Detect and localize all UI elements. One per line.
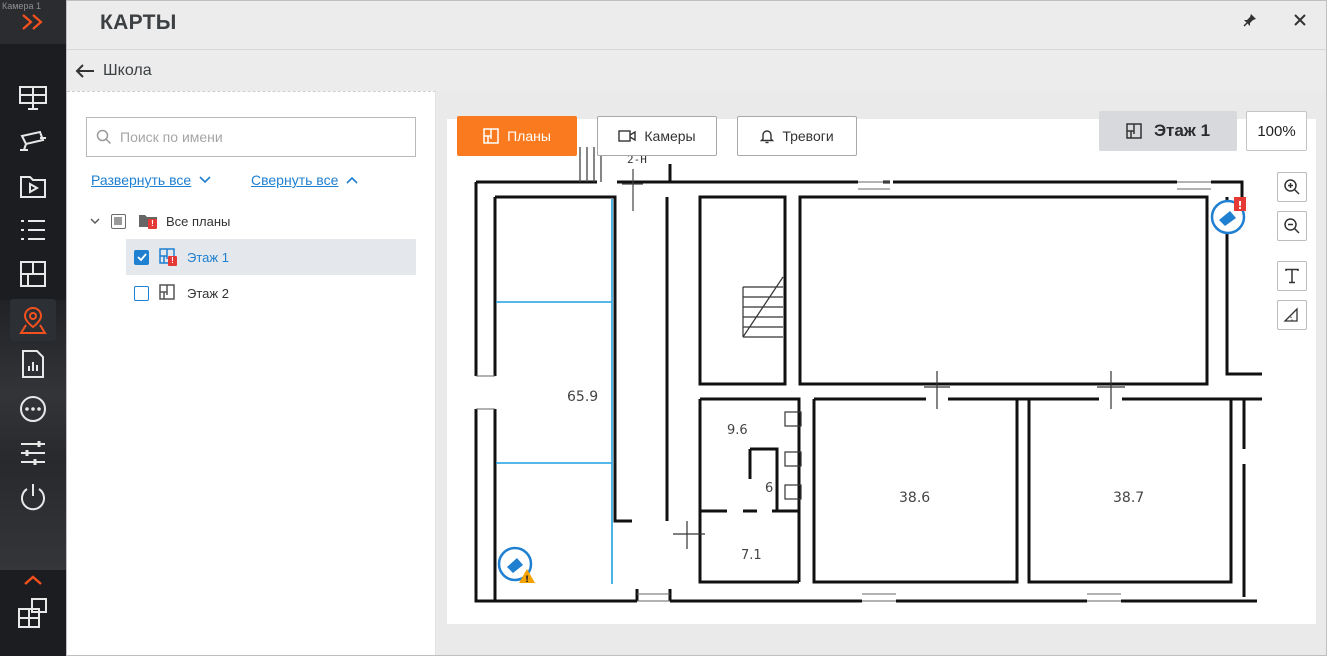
camera-marker-warning[interactable]: ! (497, 546, 535, 585)
tab-label: Тревоги (782, 128, 834, 144)
search-input[interactable] (120, 129, 400, 145)
room-label: 6 (765, 481, 773, 496)
tab-cameras[interactable]: Камеры (597, 116, 717, 156)
zoom-out-icon (1284, 218, 1300, 234)
nav-maps[interactable] (10, 299, 56, 341)
close-button[interactable] (1289, 9, 1311, 31)
text-tool-button[interactable] (1277, 261, 1307, 291)
monitor-icon (19, 86, 47, 110)
expand-all-link[interactable]: Развернуть все (91, 172, 211, 188)
tree-item-label: Этаж 2 (187, 285, 229, 301)
tab-label: Планы (507, 128, 551, 144)
maps-window: КАРТЫ Школа Развернуть все Сверну (66, 0, 1327, 656)
arrow-left-icon (75, 61, 97, 81)
checkbox-floor-1[interactable] (134, 249, 149, 265)
layouts-button[interactable] (0, 592, 66, 634)
map-pin-icon (19, 306, 47, 334)
folder-icon: ! (138, 212, 158, 230)
title-divider (67, 49, 1326, 50)
svg-text:!: ! (525, 575, 529, 585)
expand-sidebar-button[interactable]: Камера 1 (0, 0, 66, 44)
event-list-icon (21, 220, 45, 240)
svg-text:!: ! (1237, 199, 1242, 212)
nav-events[interactable] (10, 209, 56, 251)
chevron-up-icon (24, 575, 42, 585)
search-icon (96, 129, 112, 145)
room-label: 9.6 (727, 423, 748, 438)
tree-item-label: Все планы (166, 213, 231, 229)
nav-more[interactable] (10, 388, 56, 430)
tab-alarms[interactable]: Тревоги (737, 116, 857, 156)
expand-all-label: Развернуть все (91, 172, 192, 188)
nav-archive[interactable] (10, 165, 56, 207)
floor-plan-icon (483, 128, 499, 144)
text-tool-icon (1285, 268, 1299, 284)
alarm-icon: ! (168, 256, 177, 266)
chevron-up-icon (346, 176, 358, 184)
checkbox-floor-2[interactable] (134, 285, 149, 301)
plans-tree-panel: Развернуть все Свернуть все ! Все планы (67, 91, 436, 655)
tab-plans[interactable]: Планы (457, 116, 577, 156)
room-label: 65.9 (567, 389, 598, 405)
chevrons-right-icon (22, 14, 43, 30)
settings-sliders-icon (21, 441, 45, 465)
tree-item-all-plans[interactable]: ! Все планы (89, 203, 419, 239)
measure-tool-button[interactable] (1277, 300, 1307, 330)
floor-plan-icon: ! (159, 248, 179, 266)
zoom-in-button[interactable] (1277, 172, 1307, 202)
search-box[interactable] (86, 117, 416, 157)
map-panel: 2-Н 65.9 9.6 6 7.1 38.6 38.7 ! ! Планы К… (437, 91, 1326, 655)
checkbox-all-plans[interactable] (111, 213, 126, 229)
chevron-down-icon (199, 176, 211, 184)
collapse-all-link[interactable]: Свернуть все (251, 172, 358, 188)
pin-button[interactable] (1239, 9, 1261, 31)
floor-plan-icon (1126, 123, 1142, 139)
tab-label: Камеры (644, 128, 696, 144)
app-sidebar: Камера 1 (0, 0, 66, 656)
camera-icon (20, 130, 46, 151)
pin-icon (1243, 14, 1256, 27)
close-icon (1294, 14, 1306, 26)
nav-monitor[interactable] (10, 77, 56, 119)
bell-icon (760, 130, 775, 144)
tree-item-label: Этаж 1 (187, 249, 229, 265)
camera-marker-alarm[interactable]: ! (1210, 197, 1246, 235)
more-icon (20, 396, 46, 422)
tree-item-floor-1[interactable]: ! Этаж 1 (126, 239, 416, 275)
room-label: 38.7 (1113, 490, 1144, 506)
nav-cameras[interactable] (10, 121, 56, 163)
collapse-arrow-icon[interactable] (89, 216, 101, 226)
zoom-out-button[interactable] (1277, 211, 1307, 241)
power-icon (21, 484, 45, 511)
nav-power[interactable] (10, 476, 56, 518)
floor-plan-canvas[interactable]: 2-Н 65.9 9.6 6 7.1 38.6 38.7 ! ! (447, 119, 1316, 624)
measure-tool-icon (1283, 307, 1298, 322)
back-button[interactable]: Школа (75, 59, 152, 83)
current-floor-badge: Этаж 1 (1099, 111, 1237, 151)
camera-label: Камера 1 (2, 1, 41, 11)
nav-layouts[interactable] (10, 253, 56, 295)
nav-settings[interactable] (10, 432, 56, 474)
layouts-icon (18, 598, 47, 628)
room-label: 7.1 (741, 548, 762, 563)
collapse-all-label: Свернуть все (251, 172, 339, 188)
zoom-level[interactable]: 100% (1246, 111, 1307, 151)
video-archive-icon (20, 176, 46, 198)
back-label: Школа (103, 62, 152, 79)
video-camera-icon (618, 130, 637, 142)
floor-plan-icon (159, 284, 179, 302)
tree-item-floor-2[interactable]: Этаж 2 (126, 275, 416, 311)
report-icon (22, 350, 44, 378)
floor-plan-drawing: 2-Н 65.9 9.6 6 7.1 38.6 38.7 ! ! (474, 147, 1262, 603)
floor-name: Этаж 1 (1153, 121, 1211, 140)
zoom-in-icon (1284, 179, 1300, 195)
layout-grid-icon (20, 261, 46, 287)
alarm-icon: ! (148, 219, 157, 229)
room-label: 38.6 (899, 490, 930, 506)
window-title: КАРТЫ (100, 11, 177, 34)
nav-reports[interactable] (10, 343, 56, 385)
